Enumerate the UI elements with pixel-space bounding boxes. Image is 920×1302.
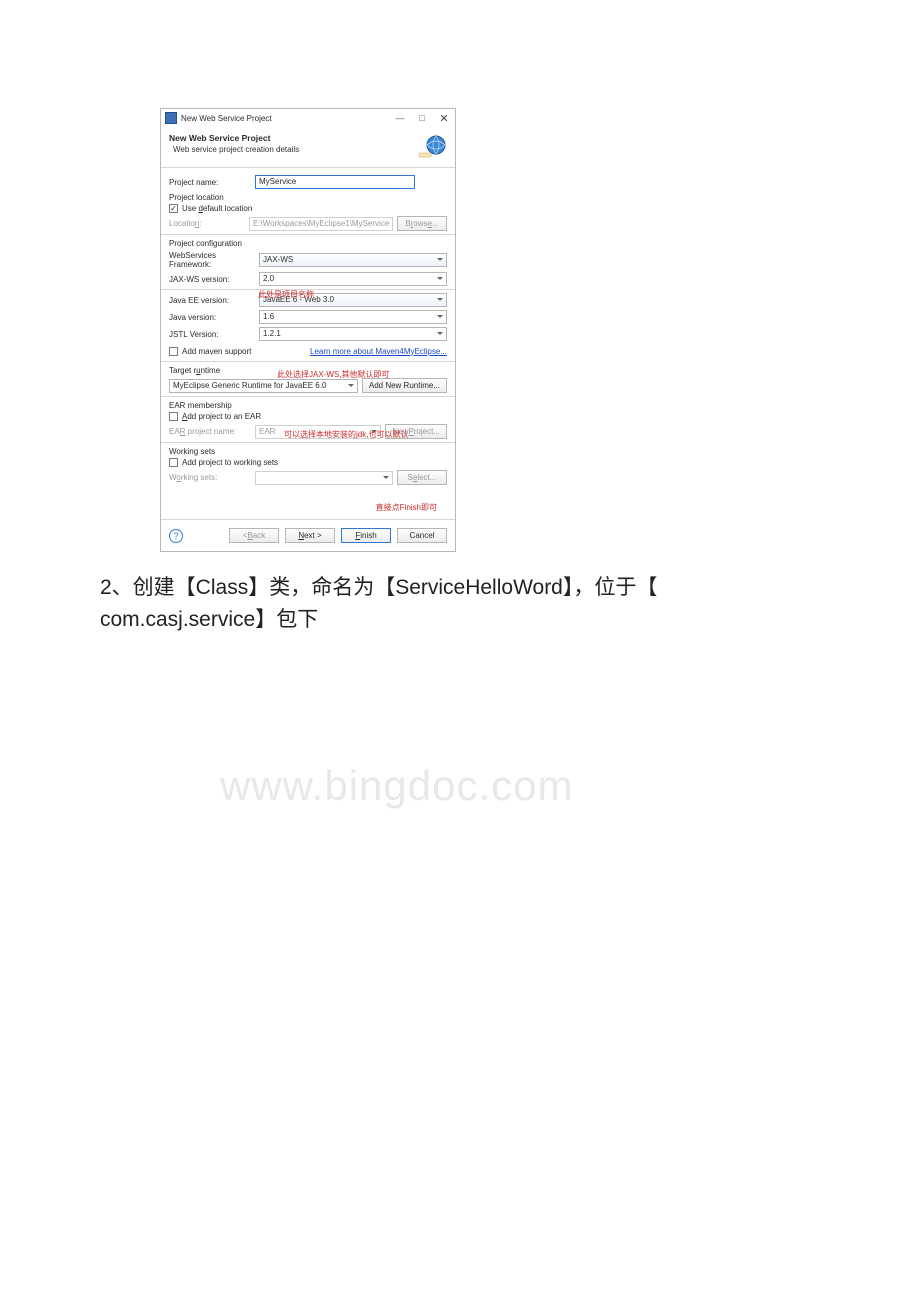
globe-icon [417,133,447,159]
close-button[interactable]: ✕ [433,112,455,125]
add-maven-checkbox[interactable]: Add maven support [169,347,251,356]
location-input: E:\Workspaces\MyEclipse1\MyService [249,217,393,231]
select-workingset-button: Select... [397,470,447,485]
browse-button: Browse... [397,216,447,231]
ear-membership-section: EAR membership [169,401,447,410]
watermark-text: www.bingdoc.com [220,762,573,810]
help-button[interactable]: ? [169,529,183,543]
maven-info-link[interactable]: Learn more about Maven4MyEclipse... [310,347,447,356]
working-sets-label: Working sets: [169,473,255,482]
add-maven-label: Add maven support [182,347,251,356]
javaee-version-label: Java EE version: [169,296,259,305]
maximize-button[interactable]: □ [411,113,433,123]
checkbox-icon [169,458,178,467]
project-location-section: Project location [169,193,447,202]
add-new-runtime-button[interactable]: Add New Runtime... [362,378,447,393]
document-body-text: 2、创建【Class】类，命名为【ServiceHelloWord】，位于【 c… [0,552,920,635]
finish-annotation: 直接点Finish即可 [169,488,447,517]
project-name-label: Project name: [169,178,255,187]
java-version-combo[interactable]: 1.6 [259,310,447,324]
checkbox-icon [169,347,178,356]
project-configuration-section: Project configuration [169,239,447,248]
add-to-workingset-checkbox[interactable]: Add project to working sets [169,458,447,467]
checkbox-icon [169,412,178,421]
new-web-service-project-dialog: New Web Service Project — □ ✕ New Web Se… [160,108,456,552]
finish-button[interactable]: Finish [341,528,391,543]
header-subtitle: Web service project creation details [169,145,417,154]
dialog-footer: ? < Back Next > Finish Cancel [161,519,455,551]
checkbox-icon [169,204,178,213]
jstl-version-combo[interactable]: 1.2.1 [259,327,447,341]
jstl-version-label: JSTL Version: [169,330,259,339]
ws-framework-label: WebServices Framework: [169,251,259,269]
jaxws-version-label: JAX-WS version: [169,275,259,284]
minimize-button[interactable]: — [389,113,411,123]
use-default-location-label: Use default location [182,204,252,213]
app-icon [165,112,177,124]
header-title: New Web Service Project [169,133,417,143]
ear-project-name-label: EAR project name: [169,427,255,436]
next-button[interactable]: Next > [285,528,335,543]
working-sets-combo [255,471,393,485]
jaxws-version-combo[interactable]: 2.0 [259,272,447,286]
add-to-ear-label: Add project to an EAR [182,412,261,421]
project-name-input[interactable]: MyService [255,175,415,189]
annotation-framework: 此处选择JAX-WS,其他默认即可 [277,369,389,380]
add-to-ear-checkbox[interactable]: Add project to an EAR [169,412,447,421]
target-runtime-combo[interactable]: MyEclipse Generic Runtime for JavaEE 6.0 [169,379,358,393]
location-label: Location: [169,219,249,228]
ws-framework-combo[interactable]: JAX-WS [259,253,447,267]
dialog-header: New Web Service Project Web service proj… [161,127,455,168]
title-bar-text: New Web Service Project [181,114,272,123]
working-sets-section: Working sets [169,447,447,456]
java-version-label: Java version: [169,313,259,322]
title-bar: New Web Service Project — □ ✕ [161,109,455,127]
annotation-project-name: 此处是项目名称 [258,289,314,300]
annotation-java-version: 可以选择本地安装的jdk,也可以默认 [284,429,408,440]
cancel-button[interactable]: Cancel [397,528,447,543]
project-name-row: Project name: MyService [169,175,447,189]
use-default-location-checkbox[interactable]: Use default location [169,204,447,213]
back-button: < Back [229,528,279,543]
add-to-workingset-label: Add project to working sets [182,458,278,467]
